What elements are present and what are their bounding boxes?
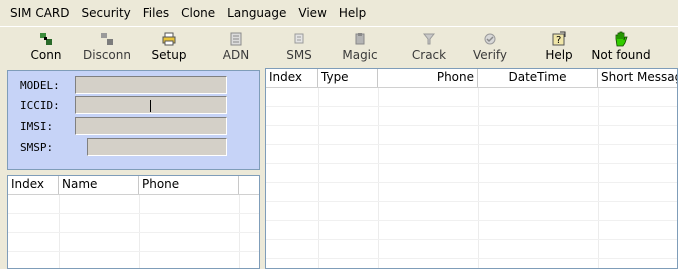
column-header-filler	[239, 176, 259, 194]
message-header: Index Type Phone DateTime Short Message	[266, 69, 677, 88]
disconn-button[interactable]: Disconn	[83, 29, 131, 65]
text-caret	[150, 100, 151, 112]
not-found-label: Not found	[591, 48, 651, 62]
column-header-index[interactable]: Index	[266, 69, 318, 87]
menu-help[interactable]: Help	[333, 2, 372, 24]
menu-language[interactable]: Language	[221, 2, 292, 24]
adn-label: ADN	[222, 48, 250, 62]
grid-line	[8, 232, 259, 233]
filter-icon	[423, 31, 435, 47]
menu-clone[interactable]: Clone	[175, 2, 221, 24]
help-label: Help	[545, 48, 573, 62]
imsi-field[interactable]	[75, 117, 227, 135]
menu-view[interactable]: View	[292, 2, 332, 24]
iccid-label: ICCID:	[20, 99, 60, 112]
svg-text:?: ?	[556, 35, 561, 46]
phonebook-body	[8, 195, 259, 268]
printer-icon	[162, 31, 176, 47]
imsi-row: IMSI:	[8, 117, 261, 137]
magic-label: Magic	[342, 48, 378, 62]
verify-label: Verify	[472, 48, 508, 62]
magic-button[interactable]: Magic	[341, 29, 379, 65]
model-field[interactable]	[75, 76, 227, 94]
model-row: MODEL:	[8, 76, 261, 96]
menu-sim-card[interactable]: SIM CARD	[4, 2, 76, 24]
adn-button[interactable]: ADN	[221, 29, 251, 65]
sms-button[interactable]: SMS	[284, 29, 314, 65]
grid-line	[266, 125, 677, 126]
model-label: MODEL:	[20, 79, 60, 92]
smsp-row: SMSP:	[8, 138, 261, 158]
grid-line	[478, 88, 479, 268]
verify-button[interactable]: Verify	[472, 29, 508, 65]
setup-label: Setup	[151, 48, 187, 62]
verify-icon	[483, 31, 497, 47]
conn-label: Conn	[30, 48, 62, 62]
crack-label: Crack	[411, 48, 447, 62]
message-grid[interactable]: Index Type Phone DateTime Short Message	[265, 68, 678, 269]
menu-files[interactable]: Files	[137, 2, 175, 24]
grid-line	[266, 258, 677, 259]
grid-line	[266, 106, 677, 107]
disconnect-icon	[100, 31, 114, 47]
grid-line	[266, 182, 677, 183]
phonebook-header: Index Name Phone	[8, 176, 259, 195]
conn-button[interactable]: Conn	[29, 29, 63, 65]
magic-icon	[354, 31, 366, 47]
grid-line	[266, 201, 677, 202]
column-header-type[interactable]: Type	[318, 69, 378, 87]
phonebook-grid[interactable]: Index Name Phone	[7, 175, 260, 269]
grid-line	[8, 251, 259, 252]
help-icon: ?	[551, 31, 567, 47]
setup-button[interactable]: Setup	[152, 29, 186, 65]
grid-line	[318, 88, 319, 268]
grid-line	[266, 220, 677, 221]
toolbar: Conn Disconn Setup ADN SMS Magic Crack V…	[0, 26, 678, 66]
menu-bar: SIM CARD Security Files Clone Language V…	[0, 0, 678, 26]
column-header-short-message[interactable]: Short Message	[598, 69, 677, 87]
column-header-name[interactable]: Name	[59, 176, 139, 194]
message-body	[266, 88, 677, 268]
smsp-field[interactable]	[87, 138, 227, 156]
iccid-row: ICCID:	[8, 96, 261, 116]
sms-label: SMS	[286, 48, 312, 62]
help-button[interactable]: ? Help	[544, 29, 574, 65]
card-info-panel: MODEL: ICCID: IMSI: SMSP:	[7, 70, 260, 170]
grid-line	[266, 144, 677, 145]
smsp-label: SMSP:	[20, 141, 54, 154]
iccid-field[interactable]	[75, 96, 227, 114]
green-hand-icon	[613, 31, 629, 47]
crack-button[interactable]: Crack	[412, 29, 446, 65]
message-icon	[293, 31, 305, 47]
grid-line	[266, 239, 677, 240]
connect-icon	[39, 31, 53, 47]
grid-line	[598, 88, 599, 268]
not-found-button[interactable]: Not found	[591, 29, 651, 65]
grid-line	[266, 163, 677, 164]
column-header-phone[interactable]: Phone	[139, 176, 239, 194]
grid-line	[378, 88, 379, 268]
menu-security[interactable]: Security	[76, 2, 137, 24]
imsi-label: IMSI:	[20, 120, 54, 133]
column-header-datetime[interactable]: DateTime	[478, 69, 598, 87]
column-header-phone[interactable]: Phone	[378, 69, 478, 87]
grid-line	[8, 213, 259, 214]
column-header-index[interactable]: Index	[8, 176, 59, 194]
phonebook-icon	[230, 31, 242, 47]
disconn-label: Disconn	[83, 48, 131, 62]
